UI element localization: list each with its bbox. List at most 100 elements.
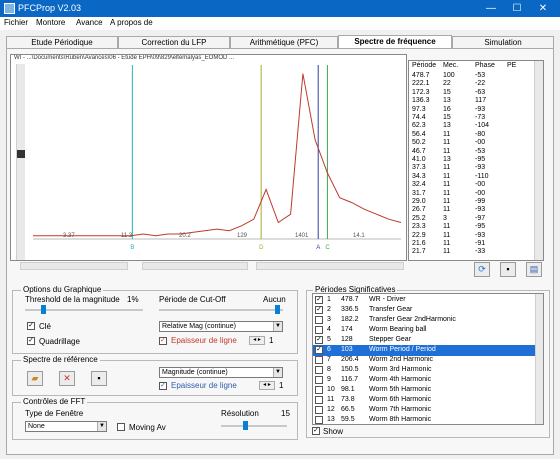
tab-simulation[interactable]: Simulation — [452, 36, 554, 48]
export-icon[interactable]: ▤ — [526, 262, 542, 277]
period-period: 174 — [341, 326, 353, 333]
cle-checkbox[interactable]: ✓ — [27, 322, 35, 330]
period-checkbox[interactable] — [315, 356, 323, 364]
mode-select[interactable]: Relative Mag (continue) ▼ — [159, 321, 283, 332]
table-row[interactable]: 22.9 11 -93 — [409, 232, 537, 240]
thickness-color-checkbox[interactable]: ✓ — [159, 337, 167, 345]
period-checkbox[interactable] — [315, 416, 323, 424]
save-table-icon[interactable]: ▪ — [500, 262, 516, 277]
table-row[interactable]: 34.3 11 -110 — [409, 173, 537, 181]
cutoff-slider[interactable] — [159, 305, 283, 314]
table-cell: 21.7 — [412, 248, 426, 256]
periods-scrollbar[interactable] — [535, 294, 543, 424]
period-checkbox[interactable] — [315, 396, 323, 404]
window-type-select[interactable]: None ▼ — [25, 421, 107, 432]
table-row[interactable]: 56.4 11 -80 — [409, 131, 537, 139]
menu-avance[interactable]: Avance — [76, 18, 103, 27]
delete-x-icon[interactable]: ✕ — [59, 371, 75, 386]
quadrillage-label: Quadrillage — [39, 337, 80, 346]
table-cell: 13 — [443, 156, 451, 163]
table-row[interactable]: 46.7 11 -53 — [409, 148, 537, 156]
tab-spectre-frequence[interactable]: Spectre de fréquence — [338, 35, 452, 48]
menu-a-propos[interactable]: A propos de — [110, 18, 153, 27]
table-cell: 11 — [443, 164, 451, 172]
table-row[interactable]: 21.6 11 -91 — [409, 240, 537, 248]
menu-fichier[interactable]: Fichier — [4, 18, 28, 27]
period-checkbox[interactable]: ✓ — [315, 306, 323, 314]
period-checkbox[interactable] — [315, 326, 323, 334]
period-checkbox[interactable]: ✓ — [315, 346, 323, 354]
minimize-button[interactable]: — — [478, 1, 504, 16]
table-row[interactable]: 62.3 13 -104 — [409, 122, 537, 130]
table-cell: -95 — [475, 223, 486, 231]
table-row[interactable]: 74.4 15 -73 — [409, 114, 537, 122]
show-checkbox[interactable]: ✓ — [312, 427, 320, 435]
table-row[interactable]: 136.3 13 117 — [409, 97, 537, 105]
moving-avg-checkbox[interactable] — [117, 423, 125, 431]
spectrum-plot[interactable]: WI - ...\Documents\Ruben\Avances\06 - Et… — [10, 54, 407, 261]
period-period: 103 — [341, 346, 353, 353]
reference-mode-select[interactable]: Magnitude (continue) ▼ — [159, 367, 283, 378]
plot-hscroll-mid[interactable] — [142, 262, 248, 270]
thickness-spinner[interactable]: ◂ ▸ — [249, 336, 265, 345]
threshold-slider[interactable] — [25, 305, 143, 314]
table-scrollbar[interactable] — [534, 61, 543, 260]
threshold-label: Threshold de la magnitude — [25, 295, 120, 304]
table-cell: -63 — [475, 88, 486, 96]
table-row[interactable]: 23.3 11 -95 — [409, 223, 537, 231]
table-row[interactable]: 26.7 11 -93 — [409, 206, 537, 214]
period-checkbox[interactable] — [315, 386, 323, 394]
tab-arithmetique[interactable]: Arithmétique (PFC) — [230, 36, 338, 48]
table-row[interactable]: 31.7 11 -00 — [409, 190, 537, 198]
tab-etude-periodique[interactable]: Etude Périodique — [6, 36, 118, 48]
table-row[interactable]: 41.0 13 -95 — [409, 156, 537, 164]
plot-vscroll-thumb[interactable] — [17, 150, 25, 158]
table-row[interactable]: 29.0 11 -99 — [409, 198, 537, 206]
save-disk-icon[interactable]: ▪ — [91, 371, 107, 386]
open-folder-icon[interactable]: ▰ — [27, 371, 43, 386]
close-button[interactable]: ✕ — [530, 1, 556, 16]
period-list-item[interactable]: 13 59.5 Worm 8th Harmonic — [313, 415, 535, 424]
table-row[interactable]: 97.3 16 -93 — [409, 106, 537, 114]
table-row[interactable]: 50.2 11 -00 — [409, 139, 537, 147]
resolution-slider[interactable] — [221, 421, 287, 430]
cutoff-slider-thumb[interactable] — [275, 305, 280, 314]
period-checkbox[interactable] — [315, 406, 323, 414]
table-row[interactable]: 21.7 11 -33 — [409, 248, 537, 256]
threshold-slider-thumb[interactable] — [41, 305, 46, 314]
table-row[interactable]: 32.4 11 -00 — [409, 181, 537, 189]
menu-montore[interactable]: Montore — [36, 18, 65, 27]
x-tick-label: 20.2 — [179, 233, 191, 239]
reference-thickness-value: 1 — [279, 381, 284, 390]
period-checkbox[interactable] — [315, 366, 323, 374]
tab-correction-lfp[interactable]: Correction du LFP — [118, 36, 230, 48]
table-row[interactable]: 37.3 11 -93 — [409, 164, 537, 172]
plot-vertical-scrollbar[interactable] — [16, 64, 25, 260]
period-checkbox[interactable]: ✓ — [315, 336, 323, 344]
table-cell: 11 — [443, 189, 451, 197]
plot-hscroll-left[interactable] — [20, 262, 128, 270]
period-period: 116.7 — [341, 376, 358, 383]
reference-thickness-spinner[interactable]: ◂ ▸ — [259, 381, 275, 390]
table-cell: 34.3 — [412, 172, 426, 180]
reference-thickness-checkbox[interactable]: ✓ — [159, 382, 167, 390]
cle-label: Clé — [39, 322, 52, 331]
fft-controls-group: Contrôles de FFT Type de Fenêtre None ▼ … — [12, 397, 298, 440]
maximize-button[interactable]: ☐ — [504, 1, 530, 16]
table-row[interactable]: 172.3 15 -63 — [409, 89, 537, 97]
period-desc: Worm 3rd Harmonic — [369, 366, 432, 373]
table-cell: 11 — [443, 240, 451, 247]
period-desc: Worm Period / Period — [369, 346, 436, 353]
table-row[interactable]: 25.2 3 -97 — [409, 215, 537, 223]
period-desc: Worm 5th Harmonic — [369, 386, 432, 393]
table-cell: 15 — [443, 114, 451, 121]
quadrillage-checkbox[interactable]: ✓ — [27, 337, 35, 345]
period-checkbox[interactable] — [315, 376, 323, 384]
table-row[interactable]: 222.1 22 -22 — [409, 80, 537, 88]
refresh-icon[interactable]: ⟳ — [474, 262, 490, 277]
period-checkbox[interactable]: ✓ — [315, 296, 323, 304]
table-row[interactable]: 478.7 100 -53 — [409, 72, 537, 80]
resolution-slider-thumb[interactable] — [243, 421, 248, 430]
plot-hscroll-right[interactable] — [256, 262, 404, 270]
period-checkbox[interactable] — [315, 316, 323, 324]
